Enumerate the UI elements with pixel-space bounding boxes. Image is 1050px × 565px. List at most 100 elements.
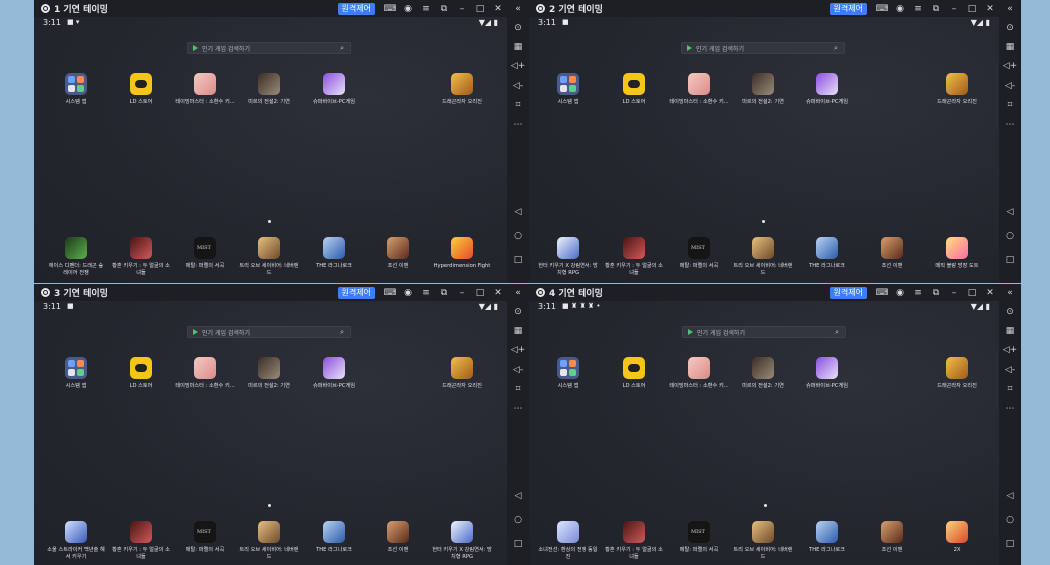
volume-down-icon[interactable]: ◁-: [507, 81, 529, 91]
gamepad-icon[interactable]: ⌨: [381, 4, 399, 14]
close-icon[interactable]: ✕: [489, 288, 507, 298]
keyboard-icon[interactable]: ▦: [507, 326, 529, 336]
home-icon[interactable]: ○: [507, 231, 529, 241]
menu-icon[interactable]: ≡: [909, 288, 927, 298]
window-titlebar[interactable]: 1 기연 테이밍 원격제어 ⌨ ◉ ≡ ⧉ – □ ✕: [34, 0, 507, 17]
recents-icon[interactable]: □: [999, 539, 1021, 549]
minimize-icon[interactable]: –: [453, 4, 471, 14]
account-icon[interactable]: ◉: [891, 4, 909, 14]
app-bottom-6[interactable]: 조선 이맨: [368, 237, 428, 270]
search-icon[interactable]: ⌕: [834, 44, 838, 53]
screenshot-icon[interactable]: ⌗: [507, 384, 529, 394]
app-bottom-7[interactable]: 메직 블랑 방장 도트: [927, 237, 987, 270]
more-icon[interactable]: ⋯: [507, 404, 529, 414]
remote-control-button[interactable]: 원격제어: [337, 286, 375, 299]
minimize-icon[interactable]: –: [945, 4, 963, 14]
app-bottom-3[interactable]: 메탈: 퍼렐의 서곡: [669, 237, 729, 270]
app-bottom-5[interactable]: THE 라그나로크: [304, 237, 364, 270]
menu-icon[interactable]: ≡: [417, 288, 435, 298]
account-icon[interactable]: ◉: [399, 4, 417, 14]
search-bar[interactable]: 인기 게임 검색하기 ⌕: [187, 42, 351, 54]
app-mir-legend[interactable]: 미르의 전설2: 기연: [239, 73, 299, 106]
android-screen[interactable]: 3:11 ■ ▾ ▼◢ ▮ 인기 게임 검색하기 ⌕ 시스템 앱 LD 스토어 …: [34, 17, 507, 283]
app-bottom-4[interactable]: 트리 오브 세이비어: 네버랜드: [733, 237, 793, 277]
app-bottom-5[interactable]: THE 라그나로크: [304, 521, 364, 554]
app-bottom-1[interactable]: 에이스 디펜더: 드래곤 숲 레이어 전쟁: [46, 237, 106, 277]
app-supervive[interactable]: 슈퍼바이브-PC게임: [304, 73, 364, 106]
app-system[interactable]: 시스템 앱: [538, 357, 598, 390]
android-screen[interactable]: 3:11 ■ ♜ ♜ ♜ • ▼◢ ▮ 인기 게임 검색하기 ⌕ 시스템 앱 L…: [529, 301, 999, 565]
settings-icon[interactable]: ⊙: [507, 23, 529, 33]
app-taming-master[interactable]: 테이밍마스터 : 소환수 키...: [175, 73, 235, 106]
close-icon[interactable]: ✕: [981, 288, 999, 298]
restore-icon[interactable]: ⧉: [927, 4, 945, 14]
more-icon[interactable]: ⋯: [999, 120, 1021, 130]
settings-icon[interactable]: ⊙: [507, 307, 529, 317]
back-icon[interactable]: ◁: [507, 491, 529, 501]
maximize-icon[interactable]: □: [471, 288, 489, 298]
more-icon[interactable]: ⋯: [507, 120, 529, 130]
android-screen[interactable]: 3:11 ■ ▼◢ ▮ 인기 게임 검색하기 ⌕ 시스템 앱 LD 스토어 테이…: [34, 301, 507, 565]
app-ld-store[interactable]: LD 스토어: [111, 73, 171, 106]
app-bottom-6[interactable]: 조선 이맨: [862, 237, 922, 270]
app-bottom-3[interactable]: 메탈: 퍼렐의 서곡: [669, 521, 729, 554]
app-bottom-1[interactable]: 소녀전선: 환상의 전쟁 동일 진: [538, 521, 598, 561]
recents-icon[interactable]: □: [507, 255, 529, 265]
search-bar[interactable]: 인기 게임 검색하기 ⌕: [682, 326, 846, 338]
home-icon[interactable]: ○: [999, 231, 1021, 241]
home-icon[interactable]: ○: [507, 515, 529, 525]
app-bottom-5[interactable]: THE 라그나로크: [797, 237, 857, 270]
search-icon[interactable]: ⌕: [340, 328, 344, 337]
app-bottom-3[interactable]: 메탈: 퍼렐의 서곡: [175, 521, 235, 554]
volume-up-icon[interactable]: ◁+: [507, 345, 529, 355]
volume-up-icon[interactable]: ◁+: [507, 61, 529, 71]
remote-control-button[interactable]: 원격제어: [829, 286, 867, 299]
app-ld-store[interactable]: LD 스토어: [604, 357, 664, 390]
app-supervive[interactable]: 슈퍼바이브-PC게임: [797, 73, 857, 106]
app-dragon-raja[interactable]: 드래곤라자 오리진: [432, 357, 492, 390]
app-dragon-raja[interactable]: 드래곤라자 오리진: [927, 357, 987, 390]
menu-icon[interactable]: ≡: [417, 4, 435, 14]
close-icon[interactable]: ✕: [981, 4, 999, 14]
app-bottom-1[interactable]: 헌터 키우기 X 강림연서: 방치형 RPG: [538, 237, 598, 277]
minimize-icon[interactable]: –: [945, 288, 963, 298]
gamepad-icon[interactable]: ⌨: [873, 288, 891, 298]
app-system[interactable]: 시스템 앱: [46, 73, 106, 106]
app-system[interactable]: 시스템 앱: [538, 73, 598, 106]
app-bottom-3[interactable]: 메탈: 퍼렐의 서곡: [175, 237, 235, 270]
back-icon[interactable]: ◁: [999, 207, 1021, 217]
restore-icon[interactable]: ⧉: [435, 288, 453, 298]
volume-up-icon[interactable]: ◁+: [999, 61, 1021, 71]
app-supervive[interactable]: 슈퍼바이브-PC게임: [797, 357, 857, 390]
app-system[interactable]: 시스템 앱: [46, 357, 106, 390]
app-ld-store[interactable]: LD 스토어: [604, 73, 664, 106]
app-bottom-7[interactable]: 헌터 키우기 X 강림연서: 방치형 RPG: [432, 521, 492, 561]
more-icon[interactable]: ⋯: [999, 404, 1021, 414]
account-icon[interactable]: ◉: [891, 288, 909, 298]
volume-down-icon[interactable]: ◁-: [999, 81, 1021, 91]
back-icon[interactable]: ◁: [507, 207, 529, 217]
app-mir-legend[interactable]: 미르의 전설2: 기연: [733, 73, 793, 106]
restore-icon[interactable]: ⧉: [435, 4, 453, 14]
app-taming-master[interactable]: 테이밍마스터 : 소환수 키...: [669, 73, 729, 106]
gamepad-icon[interactable]: ⌨: [381, 288, 399, 298]
screenshot-icon[interactable]: ⌗: [507, 100, 529, 110]
app-bottom-6[interactable]: 조선 이맨: [862, 521, 922, 554]
account-icon[interactable]: ◉: [399, 288, 417, 298]
search-icon[interactable]: ⌕: [835, 328, 839, 337]
settings-icon[interactable]: ⊙: [999, 23, 1021, 33]
volume-down-icon[interactable]: ◁-: [999, 365, 1021, 375]
gamepad-icon[interactable]: ⌨: [873, 4, 891, 14]
app-dragon-raja[interactable]: 드래곤라자 오리진: [927, 73, 987, 106]
home-icon[interactable]: ○: [999, 515, 1021, 525]
keyboard-icon[interactable]: ▦: [999, 326, 1021, 336]
app-bottom-5[interactable]: THE 라그나로크: [797, 521, 857, 554]
restore-icon[interactable]: ⧉: [927, 288, 945, 298]
app-ld-store[interactable]: LD 스토어: [111, 357, 171, 390]
search-bar[interactable]: 인기 게임 검색하기 ⌕: [681, 42, 845, 54]
app-taming-master[interactable]: 테이밍마스터 : 소환수 키...: [669, 357, 729, 390]
window-titlebar[interactable]: 3 기연 테이밍 원격제어 ⌨ ◉ ≡ ⧉ – □ ✕: [34, 284, 507, 301]
close-icon[interactable]: ✕: [489, 4, 507, 14]
keyboard-icon[interactable]: ▦: [999, 42, 1021, 52]
settings-icon[interactable]: ⊙: [999, 307, 1021, 317]
